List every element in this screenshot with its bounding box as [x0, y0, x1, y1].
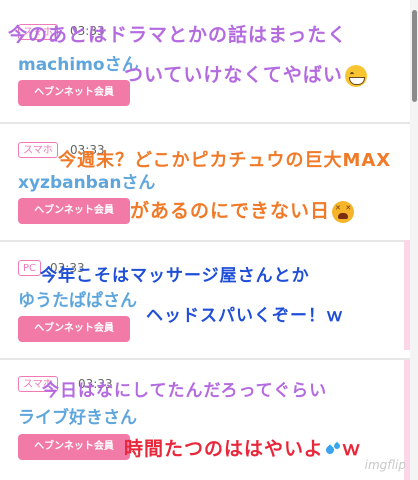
list-item[interactable]: PC 03:33 ゆうたぱぱさん ヘブンネット会員	[0, 242, 410, 354]
caption-line: 今日はなにしてたんだろってぐらい	[42, 381, 328, 401]
caption-line: があるのにできない日	[130, 196, 355, 223]
sweat-droplets-icon	[324, 442, 342, 458]
username-link[interactable]: ライブ好きさん	[18, 403, 137, 428]
member-badge-button[interactable]: ヘブンネット会員	[18, 198, 130, 224]
device-tag: PC	[18, 260, 42, 276]
caption-suffix: ｗ	[341, 438, 362, 460]
caption-text: があるのにできない日	[130, 200, 331, 222]
caption-line: 時間たつのははやいよ ｗ	[124, 434, 362, 461]
caption-line: ついていけなくてやばい	[124, 60, 367, 87]
caption-text: ついていけなくてやばい	[124, 64, 343, 86]
caption-text: 時間たつのははやいよ	[124, 438, 324, 460]
caption-line: ヘッドスパいくぞー！ｗ	[146, 306, 344, 326]
member-badge-button[interactable]: ヘブンネット会員	[18, 434, 130, 460]
caption-line: 今週末？どこかピカチュウの巨大MAX	[58, 150, 392, 171]
member-badge-button[interactable]: ヘブンネット会員	[18, 80, 130, 106]
scrollbar-thumb[interactable]	[412, 10, 417, 102]
username-link[interactable]: ゆうたぱぱさん	[18, 286, 137, 311]
scrollbar[interactable]	[410, 0, 418, 480]
watermark: imgflip	[364, 458, 406, 472]
grinning-sweat-icon	[344, 64, 367, 87]
caption-line: 今年こそはマッサージ屋さんとか	[40, 266, 310, 286]
member-badge-button[interactable]: ヘブンネット会員	[18, 316, 130, 342]
tired-face-icon	[332, 200, 355, 223]
username-link[interactable]: machimoさん	[18, 50, 139, 75]
device-tag: スマホ	[18, 142, 58, 158]
caption-line: 今のあとはドラマとかの話はまったく	[8, 24, 348, 46]
